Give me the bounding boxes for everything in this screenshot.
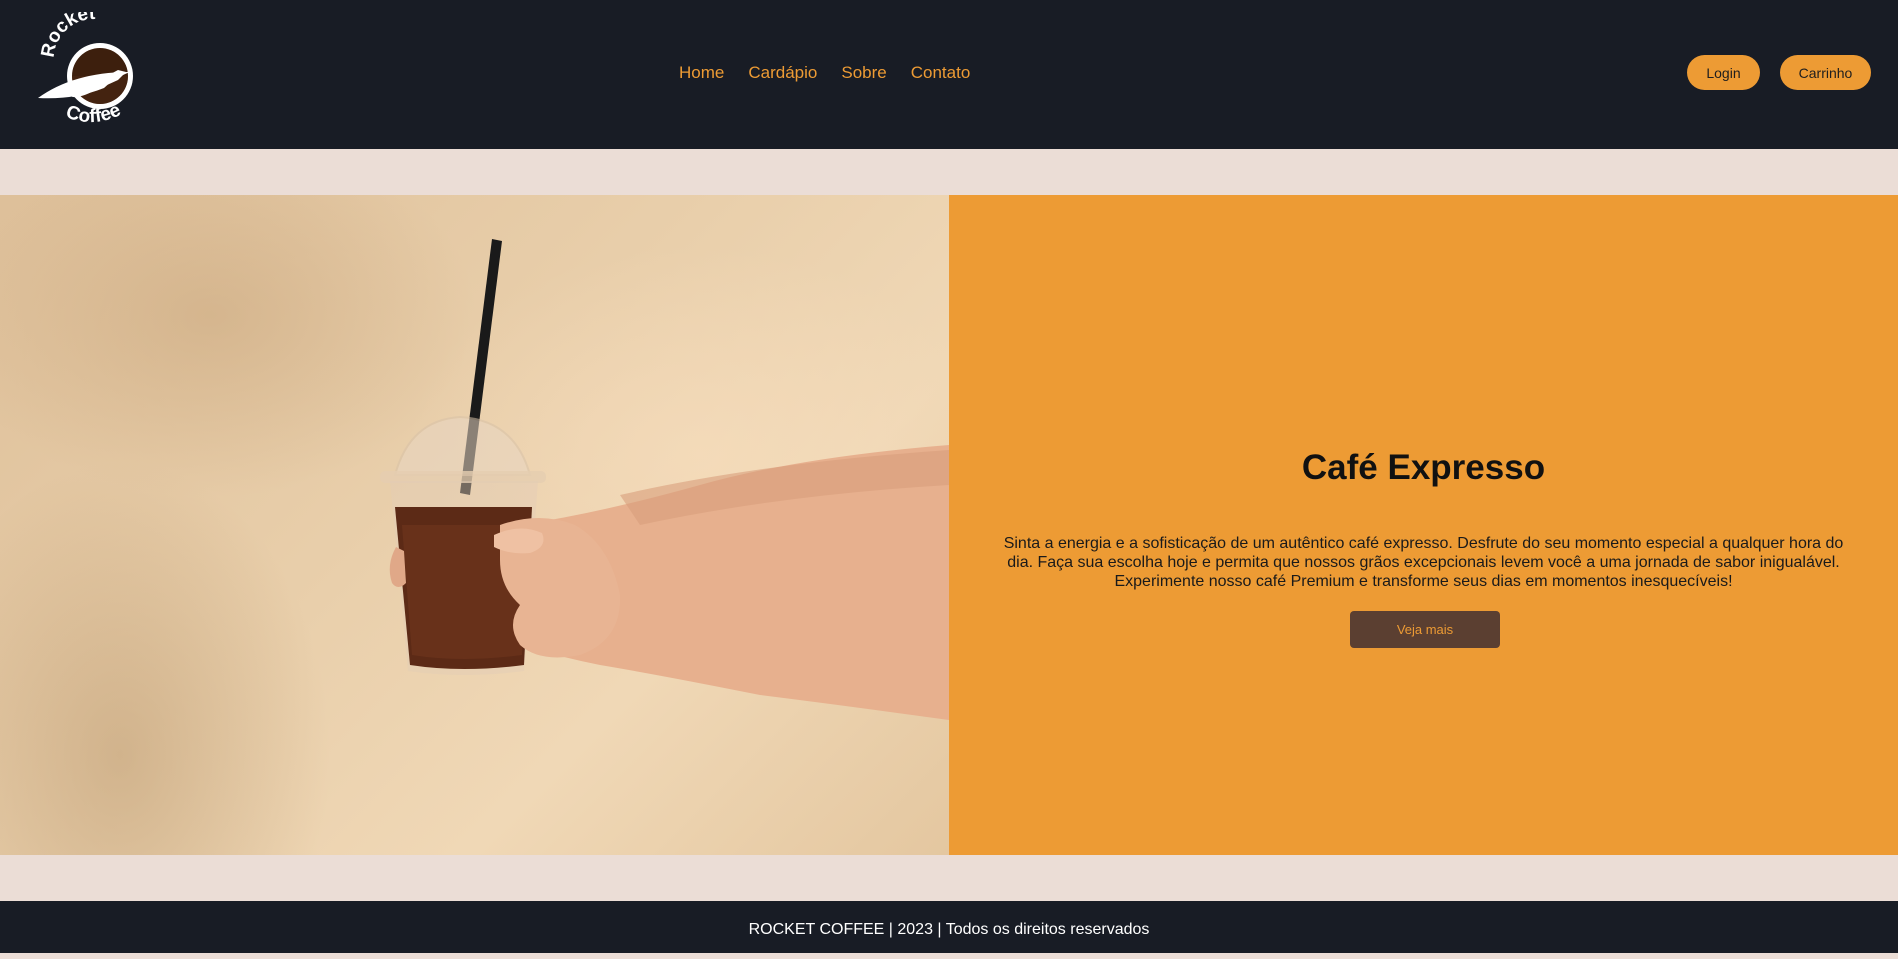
iced-coffee-illustration — [380, 239, 949, 720]
hero-section: Café Expresso Sinta a energia e a sofist… — [0, 195, 1898, 855]
hero-description: Sinta a energia e a sofisticação de um a… — [1003, 535, 1844, 590]
hero-title: Café Expresso — [1301, 448, 1546, 487]
footer-copyright: ROCKET COFFEE | 2023 | Todos os direitos… — [748, 921, 1150, 938]
cart-button[interactable]: Carrinho — [1780, 55, 1871, 90]
see-more-button[interactable]: Veja mais — [1350, 611, 1500, 648]
nav-cardapio[interactable]: Cardápio — [748, 62, 817, 84]
nav-home[interactable]: Home — [679, 62, 724, 84]
site-header: Rocket Coffee Home Cardápio Sobre Contat… — [0, 0, 1898, 149]
nav-sobre[interactable]: Sobre — [841, 62, 886, 84]
login-button[interactable]: Login — [1687, 55, 1760, 90]
rocket-coffee-logo[interactable]: Rocket Coffee — [34, 3, 150, 136]
nav-contato[interactable]: Contato — [911, 62, 971, 84]
site-footer: ROCKET COFFEE | 2023 | Todos os direitos… — [0, 901, 1898, 953]
hero-image — [0, 195, 949, 855]
hero-content: Café Expresso Sinta a energia e a sofist… — [949, 195, 1898, 855]
main-nav: Home Cardápio Sobre Contato — [679, 62, 970, 84]
logo-icon: Rocket Coffee — [38, 3, 133, 127]
